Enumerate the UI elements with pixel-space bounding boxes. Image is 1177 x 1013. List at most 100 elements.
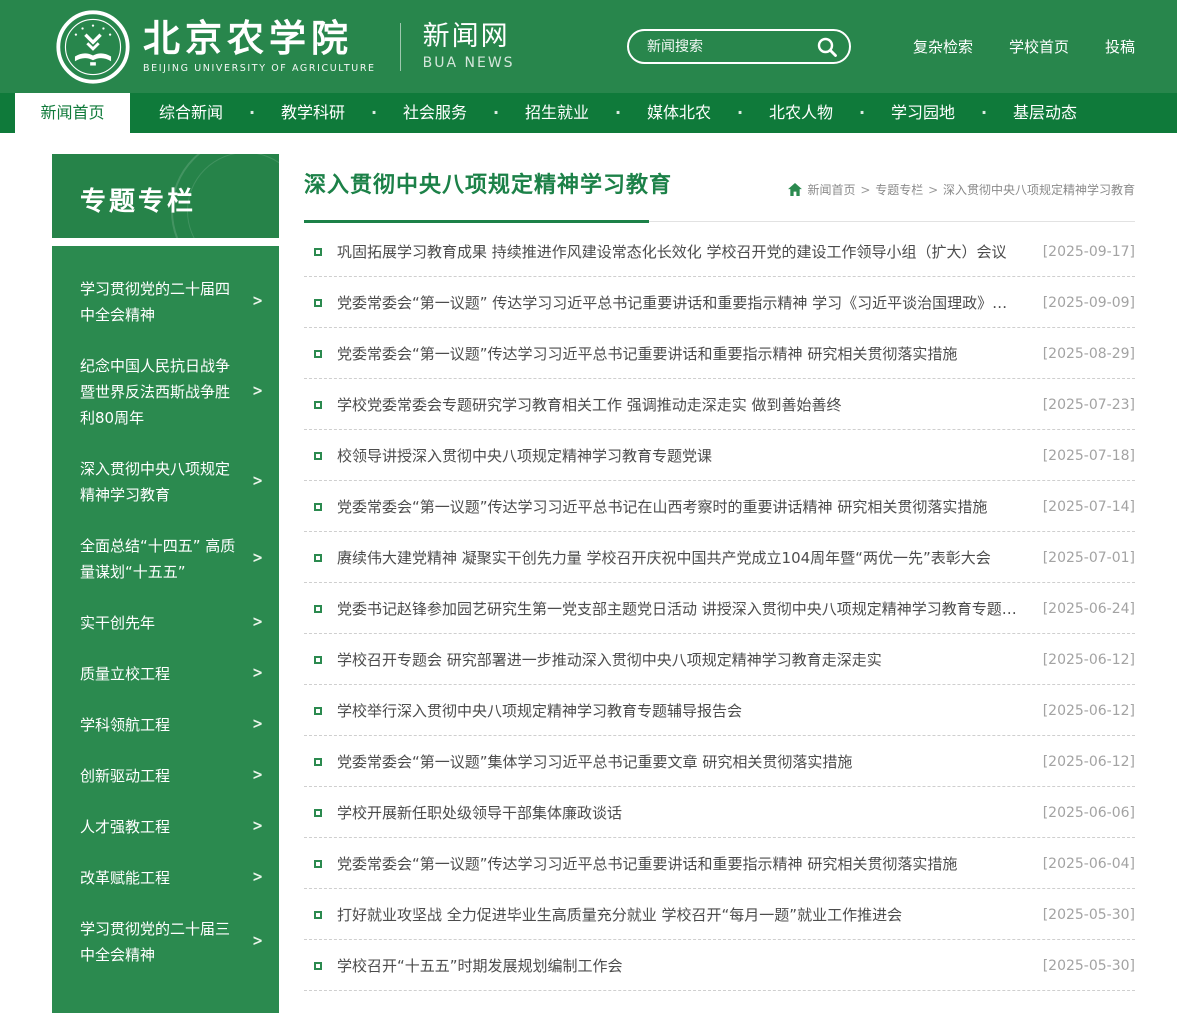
nav-item-label: 北农人物	[769, 103, 833, 122]
news-title-link[interactable]: 党委常委会“第一议题”传达学习习近平总书记重要讲话和重要指示精神 研究相关贯彻落…	[337, 853, 1043, 874]
nav-item[interactable]: 新闻首页	[15, 93, 130, 133]
sidebar-topic-item[interactable]: 学科领航工程 >	[52, 712, 279, 738]
breadcrumb-link[interactable]: 深入贯彻中央八项规定精神学习教育	[943, 183, 1135, 197]
university-logo[interactable]: 北京农学院 BEIJING UNIVERSITY OF AGRICULTURE	[55, 9, 376, 85]
bullet-square-icon	[314, 809, 322, 817]
news-title-link[interactable]: 学校开展新任职处级领导干部集体廉政谈话	[337, 802, 1043, 823]
news-title-link[interactable]: 校领导讲授深入贯彻中央八项规定精神学习教育专题党课	[337, 445, 1043, 466]
site-name: 新闻网	[423, 22, 515, 52]
main-nav: 新闻首页 综合新闻 教学科研 社会服务 招生就业 媒体北农 北农人物 学习园地 …	[0, 93, 1177, 133]
news-date: [2025-05-30]	[1043, 958, 1135, 974]
bullet-square-icon	[314, 299, 322, 307]
nav-item[interactable]: 招生就业	[496, 93, 618, 133]
sidebar-topic-label: 人才强教工程	[80, 818, 170, 836]
sidebar-topic-label: 创新驱动工程	[80, 767, 170, 785]
breadcrumb-separator: >	[860, 183, 874, 197]
news-row: 学校召开专题会 研究部署进一步推动深入贯彻中央八项规定精神学习教育走深走实 [2…	[304, 634, 1135, 685]
search-input[interactable]	[645, 38, 815, 56]
chevron-right-icon: >	[252, 927, 263, 957]
news-date: [2025-09-17]	[1043, 244, 1135, 260]
news-row: 党委书记赵锋参加园艺研究生第一党支部主题党日活动 讲授深入贯彻中央八项规定精神学…	[304, 583, 1135, 634]
bullet-square-icon	[314, 962, 322, 970]
header-link[interactable]: 学校首页	[1009, 36, 1069, 57]
bullet-square-icon	[314, 554, 322, 562]
bullet-square-icon	[314, 860, 322, 868]
sidebar-topic-label: 学习贯彻党的二十届三中全会精神	[80, 920, 230, 964]
search-button[interactable]	[815, 35, 839, 59]
news-row: 学校举行深入贯彻中央八项规定精神学习教育专题辅导报告会 [2025-06-12]	[304, 685, 1135, 736]
nav-item-label: 招生就业	[525, 103, 589, 122]
search-box[interactable]	[627, 29, 851, 64]
news-date: [2025-06-12]	[1043, 703, 1135, 719]
nav-item[interactable]: 北农人物	[740, 93, 862, 133]
news-title-link[interactable]: 学校召开“十五五”时期发展规划编制工作会	[337, 955, 1043, 976]
nav-item-label: 社会服务	[403, 103, 467, 122]
nav-item-label: 新闻首页	[40, 103, 104, 122]
university-name-cn: 北京农学院	[143, 20, 376, 57]
university-name-en: BEIJING UNIVERSITY OF AGRICULTURE	[143, 63, 376, 74]
nav-item[interactable]: 学习园地	[862, 93, 984, 133]
news-date: [2025-07-23]	[1043, 397, 1135, 413]
sidebar-topic-item[interactable]: 实干创先年 >	[52, 610, 279, 636]
news-date: [2025-06-06]	[1043, 805, 1135, 821]
news-row: 学校召开“十五五”时期发展规划编制工作会 [2025-05-30]	[304, 940, 1135, 991]
news-date: [2025-06-24]	[1043, 601, 1135, 617]
nav-item-label: 综合新闻	[159, 103, 223, 122]
sidebar-header: 专题专栏	[52, 154, 279, 238]
sidebar-topic-item[interactable]: 人才强教工程 >	[52, 814, 279, 840]
bullet-square-icon	[314, 350, 322, 358]
news-title-link[interactable]: 赓续伟大建党精神 凝聚实干创先力量 学校召开庆祝中国共产党成立104周年暨“两优…	[337, 547, 1043, 568]
header-link[interactable]: 投稿	[1105, 36, 1135, 57]
news-title-link[interactable]: 党委常委会“第一议题”集体学习习近平总书记重要文章 研究相关贯彻落实措施	[337, 751, 1043, 772]
chevron-right-icon: >	[252, 710, 263, 740]
sidebar-topic-item[interactable]: 深入贯彻中央八项规定精神学习教育 >	[52, 456, 279, 508]
news-date: [2025-06-04]	[1043, 856, 1135, 872]
home-icon[interactable]	[788, 183, 802, 196]
news-title-link[interactable]: 打好就业攻坚战 全力促进毕业生高质量充分就业 学校召开“每月一题”就业工作推进会	[337, 904, 1043, 925]
sidebar-topic-item[interactable]: 创新驱动工程 >	[52, 763, 279, 789]
header-link[interactable]: 复杂检索	[913, 36, 973, 57]
bullet-square-icon	[314, 248, 322, 256]
page-title-row: 深入贯彻中央八项规定精神学习教育 新闻首页 > 专题专栏 > 深入贯彻中央八项规…	[304, 154, 1135, 222]
breadcrumb-items: 新闻首页 > 专题专栏 > 深入贯彻中央八项规定精神学习教育	[808, 181, 1135, 198]
bullet-square-icon	[314, 656, 322, 664]
news-date: [2025-07-14]	[1043, 499, 1135, 515]
news-title-link[interactable]: 党委常委会“第一议题” 传达学习习近平总书记重要讲话和重要指示精神 学习《习近平…	[337, 292, 1043, 313]
sidebar-topic-item[interactable]: 全面总结“十四五” 高质量谋划“十五五” >	[52, 533, 279, 585]
news-title-link[interactable]: 学校党委常委会专题研究学习教育相关工作 强调推动走深走实 做到善始善终	[337, 394, 1043, 415]
sidebar-topic-item[interactable]: 学习贯彻党的二十届三中全会精神 >	[52, 916, 279, 968]
news-title-link[interactable]: 党委书记赵锋参加园艺研究生第一党支部主题党日活动 讲授深入贯彻中央八项规定精神学…	[337, 598, 1043, 619]
chevron-right-icon: >	[252, 608, 263, 638]
news-list: 巩固拓展学习教育成果 持续推进作风建设常态化长效化 学校召开党的建设工作领导小组…	[304, 226, 1135, 991]
news-title-link[interactable]: 学校举行深入贯彻中央八项规定精神学习教育专题辅导报告会	[337, 700, 1043, 721]
sidebar-topic-label: 改革赋能工程	[80, 869, 170, 887]
sidebar-topic-item[interactable]: 质量立校工程 >	[52, 661, 279, 687]
sidebar-topic-item[interactable]: 改革赋能工程 >	[52, 865, 279, 891]
nav-item-label: 基层动态	[1013, 103, 1077, 122]
sidebar-topic-item[interactable]: 纪念中国人民抗日战争暨世界反法西斯战争胜利80周年 >	[52, 353, 279, 431]
nav-item[interactable]: 教学科研	[252, 93, 374, 133]
nav-item[interactable]: 基层动态	[984, 93, 1106, 133]
news-date: [2025-09-09]	[1043, 295, 1135, 311]
header-divider	[400, 23, 401, 71]
breadcrumb-link[interactable]: 专题专栏	[875, 183, 923, 197]
chevron-right-icon: >	[252, 863, 263, 893]
news-title-link[interactable]: 巩固拓展学习教育成果 持续推进作风建设常态化长效化 学校召开党的建设工作领导小组…	[337, 241, 1043, 262]
sidebar-list: 学习贯彻党的二十届四中全会精神 > 纪念中国人民抗日战争暨世界反法西斯战争胜利8…	[52, 246, 279, 1013]
nav-item[interactable]: 媒体北农	[618, 93, 740, 133]
site-subtitle: BUA NEWS	[423, 55, 515, 71]
sidebar-title: 专题专栏	[52, 154, 279, 218]
sidebar-topic-label: 质量立校工程	[80, 665, 170, 683]
news-title-link[interactable]: 党委常委会“第一议题”传达学习习近平总书记在山西考察时的重要讲话精神 研究相关贯…	[337, 496, 1043, 517]
content-area: 专题专栏 学习贯彻党的二十届四中全会精神 > 纪念中国人民抗日战争暨世界反法西斯…	[0, 133, 1177, 957]
sidebar-topic-item[interactable]: 学习贯彻党的二十届四中全会精神 >	[52, 276, 279, 328]
bullet-square-icon	[314, 401, 322, 409]
news-title-link[interactable]: 学校召开专题会 研究部署进一步推动深入贯彻中央八项规定精神学习教育走深走实	[337, 649, 1043, 670]
breadcrumb-link[interactable]: 新闻首页	[808, 183, 856, 197]
nav-item[interactable]: 综合新闻	[130, 93, 252, 133]
search-icon	[815, 35, 839, 59]
brand-text: 北京农学院 BEIJING UNIVERSITY OF AGRICULTURE	[143, 20, 376, 74]
bullet-square-icon	[314, 758, 322, 766]
news-title-link[interactable]: 党委常委会“第一议题”传达学习习近平总书记重要讲话和重要指示精神 研究相关贯彻落…	[337, 343, 1043, 364]
nav-item[interactable]: 社会服务	[374, 93, 496, 133]
